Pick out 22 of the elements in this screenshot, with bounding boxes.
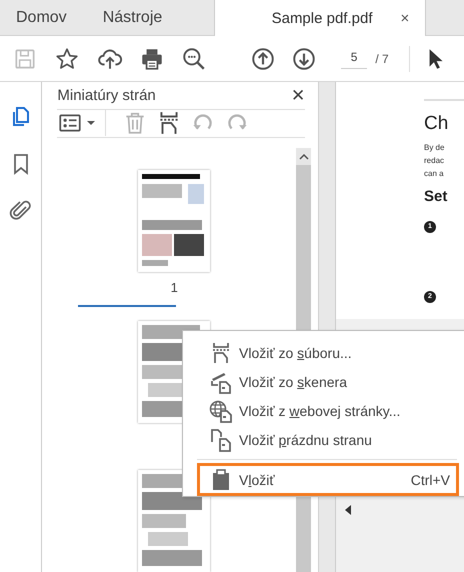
tab[interactable]: Nástroje [82, 0, 214, 35]
page-number: 1 [170, 280, 178, 295]
page-number-field[interactable]: 5 [340, 48, 368, 69]
menu-item[interactable]: Vložiť zo súboru... [183, 338, 455, 367]
menu-item[interactable]: Vložiť z webovej stránky... [183, 396, 455, 425]
globe-page-icon [209, 398, 233, 422]
menu-item[interactable]: Vložiť zo skenera [183, 367, 455, 396]
scroll-up-icon[interactable] [298, 154, 309, 160]
tab[interactable]: Sample pdf.pdf × [214, 0, 426, 36]
document-text: By de [424, 142, 446, 154]
page-total: / 7 [375, 52, 389, 66]
document-text: can a [424, 168, 445, 180]
panel-title: Miniatúry strán [57, 86, 156, 104]
blank-page-icon [209, 428, 233, 452]
document-text: redac [424, 155, 446, 167]
menu-item[interactable]: Vložiť prázdnu stranu [183, 425, 455, 454]
tab[interactable]: Domov [0, 0, 83, 35]
document-heading: Ch [424, 113, 450, 135]
menu-item[interactable]: Vložiť Ctrl+V [197, 463, 459, 496]
document-subheading: Set [424, 188, 448, 205]
scroll-left-icon[interactable] [345, 505, 351, 515]
close-icon[interactable]: × [400, 10, 410, 26]
